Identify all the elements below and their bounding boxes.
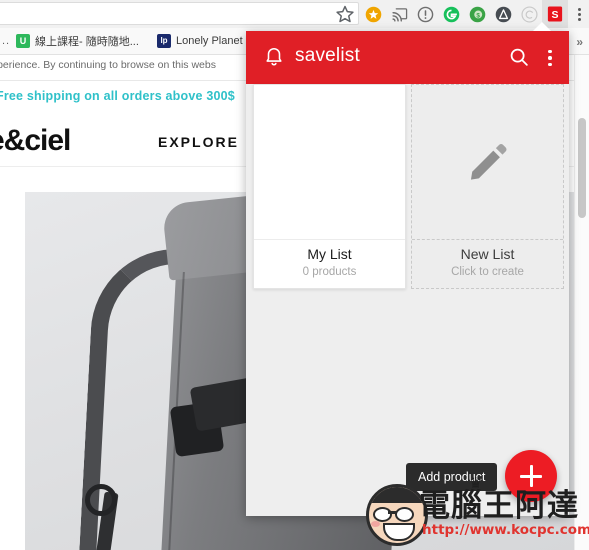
bookmark-item-udemy[interactable]: U 線上課程- 隨時隨地... (16, 32, 139, 50)
list-card-my-list[interactable]: My List 0 products (253, 84, 406, 289)
notification-bell-icon[interactable] (263, 46, 285, 68)
nav-item-explore[interactable]: EXPLORE (158, 134, 239, 150)
bookmark-star-icon[interactable] (335, 4, 355, 24)
overflow-menu-icon[interactable] (542, 47, 558, 69)
lists-grid: My List 0 products New List Click to cre… (246, 84, 569, 294)
new-list-card-title: New List (460, 246, 515, 262)
bookmark-label: 線上課程- 隨時隨地... (35, 36, 139, 48)
adblock-extension-icon[interactable] (490, 0, 516, 28)
popup-pointer-arrow (533, 22, 551, 31)
popup-header: savelist (246, 31, 569, 84)
bookmarks-overflow-left[interactable]: .. (2, 35, 10, 47)
chrome-menu-icon[interactable] (568, 0, 589, 28)
extensions-toolbar: $ S (360, 0, 589, 28)
avatar-glasses-bridge (388, 511, 396, 514)
grammarly-extension-icon[interactable] (438, 0, 464, 28)
avatar-eye-left (373, 507, 392, 522)
backpack-ring (85, 484, 117, 516)
watermark: ♛ 電腦王阿達 http://www.kocpc.com.tw (366, 474, 589, 550)
avatar-cheek (371, 521, 380, 527)
svg-text:S: S (551, 9, 558, 21)
cookie-notice-text: experience. By continuing to browse on t… (0, 59, 216, 71)
list-thumbnail (254, 85, 405, 240)
svg-text:$: $ (476, 12, 480, 19)
pencil-icon (466, 140, 510, 184)
page-scrollbar-thumb[interactable] (578, 118, 586, 218)
list-card-new-list[interactable]: New List Click to create (411, 84, 564, 289)
bookmark-item-lonely-planet[interactable]: lp Lonely Planet (157, 32, 243, 50)
star-badge-extension-icon[interactable] (360, 0, 386, 28)
browser-toolbar: $ S (0, 0, 589, 28)
avatar-eye-right (395, 507, 414, 522)
savelist-popup: savelist My List 0 products New List Cli… (246, 31, 569, 516)
new-list-thumbnail (412, 85, 563, 240)
new-list-card-hint: Click to create (451, 266, 524, 278)
lonely-planet-favicon: lp (157, 34, 171, 48)
popup-title: savelist (295, 45, 360, 66)
bookmarks-overflow-right[interactable]: » (576, 35, 583, 49)
info-extension-icon[interactable] (412, 0, 438, 28)
avatar-mouth (383, 523, 415, 541)
udemy-favicon: U (16, 34, 30, 48)
search-icon[interactable] (508, 46, 530, 68)
shipping-banner-text: Free shipping on all orders above 300$ (0, 89, 235, 103)
list-card-count: 0 products (302, 266, 357, 278)
list-card-meta: My List 0 products (254, 245, 405, 280)
chromecast-extension-icon[interactable] (386, 0, 412, 28)
list-card-title: My List (307, 246, 352, 262)
money-extension-icon[interactable]: $ (464, 0, 490, 28)
bookmark-label: Lonely Planet (176, 35, 243, 47)
screenshot-root: experience. By continuing to browse on t… (0, 0, 589, 550)
watermark-title: 電腦王阿達 (419, 488, 579, 524)
site-logo[interactable]: e&ciel (0, 124, 71, 158)
address-bar[interactable] (0, 2, 359, 25)
new-list-card-meta: New List Click to create (412, 245, 563, 280)
watermark-url: http://www.kocpc.com.tw (422, 522, 589, 538)
